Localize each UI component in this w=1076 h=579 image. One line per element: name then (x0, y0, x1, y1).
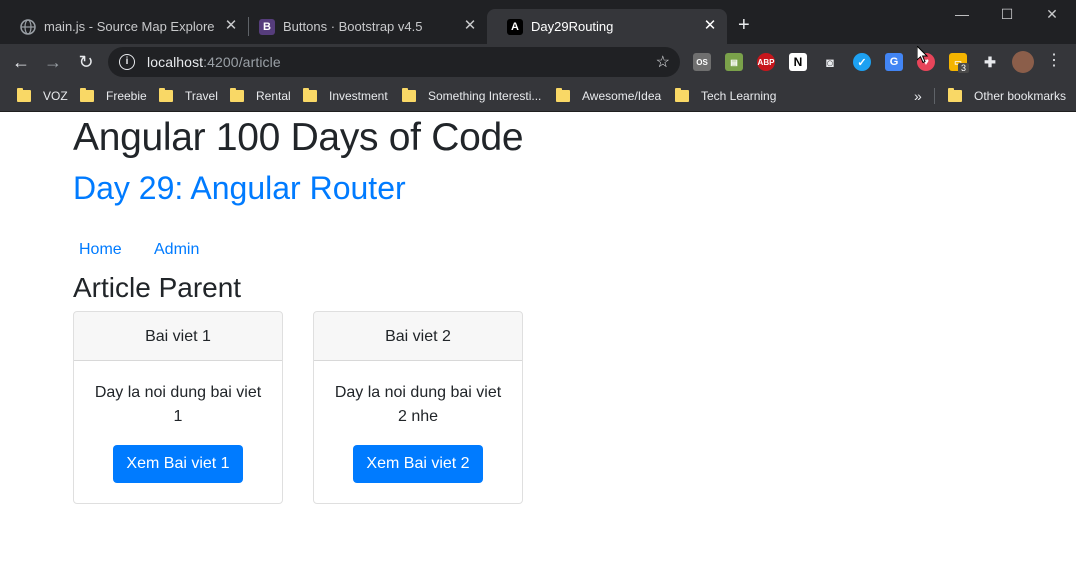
google-translate-icon[interactable]: G (885, 53, 903, 71)
card-header: Bai viet 2 (314, 312, 522, 361)
bookmarks-overflow-icon[interactable]: » (914, 86, 922, 106)
close-window-icon[interactable]: ✕ (1042, 6, 1062, 23)
tab-source-map-explorer[interactable]: main.js - Source Map Explorer ✕ (0, 9, 248, 44)
card-body: Day la noi dung bai viet 2 nhe Xem Bai v… (314, 361, 522, 503)
card-body: Day la noi dung bai viet 1 Xem Bai viet … (74, 361, 282, 503)
minimize-icon[interactable]: — (952, 6, 972, 22)
extensions-puzzle-icon[interactable]: ✚ (981, 53, 999, 71)
folder-icon (230, 88, 244, 102)
tab-bootstrap-buttons[interactable]: B Buttons · Bootstrap v4.5 ✕ (239, 9, 487, 44)
folder-icon (159, 88, 173, 102)
bookmark-folder[interactable]: Awesome/Idea (556, 86, 661, 106)
folder-icon (17, 88, 31, 102)
bookmark-star-icon[interactable]: ☆ (656, 52, 670, 72)
bookmarks-divider (934, 88, 935, 104)
globe-icon (20, 18, 36, 35)
notion-icon[interactable]: N (789, 53, 807, 71)
url-text[interactable]: localhost:4200/article (147, 54, 281, 70)
bookmark-folder[interactable]: Tech Learning (675, 86, 776, 106)
article-card: Bai viet 2 Day la noi dung bai viet 2 nh… (313, 311, 523, 504)
other-bookmarks-folder[interactable]: Other bookmarks (948, 86, 1066, 106)
folder-icon (948, 88, 962, 102)
page-title: Angular 100 Days of Code (73, 116, 524, 159)
extension-check-icon[interactable]: ✓ (853, 53, 871, 71)
card-header: Bai viet 1 (74, 312, 282, 361)
folder-icon (80, 88, 94, 102)
extension-os-icon[interactable]: OS (693, 53, 711, 71)
card-text: Day la noi dung bai viet 1 (94, 384, 262, 425)
tab-title: main.js - Source Map Explorer (44, 19, 214, 34)
bookmarks-bar: VOZ Freebie Travel Rental Investment Som… (0, 80, 1076, 112)
tab-title: Day29Routing (531, 19, 614, 34)
tab-title: Buttons · Bootstrap v4.5 (283, 19, 423, 34)
bookmark-folder[interactable]: Something Interesti... (402, 86, 541, 106)
nav-link-home[interactable]: Home (79, 241, 122, 259)
folder-icon (556, 88, 570, 102)
nav-link-admin[interactable]: Admin (154, 241, 199, 259)
folder-icon (675, 88, 689, 102)
back-icon[interactable]: ← (9, 50, 33, 74)
bookmark-folder[interactable]: Rental (230, 86, 291, 106)
tab-day29routing[interactable]: A Day29Routing ✕ (487, 9, 727, 44)
adblock-plus-icon[interactable]: ABP (757, 53, 775, 71)
browser-toolbar: ← → ↻ i localhost:4200/article ☆ OS ▤ AB… (0, 44, 1076, 80)
mouse-cursor-icon (917, 46, 929, 64)
profile-avatar[interactable] (1012, 51, 1034, 73)
article-card: Bai viet 1 Day la noi dung bai viet 1 Xe… (73, 311, 283, 504)
maximize-icon[interactable]: ☐ (997, 6, 1017, 23)
close-tab-icon[interactable]: ✕ (703, 18, 717, 33)
view-article-1-button[interactable]: Xem Bai viet 1 (113, 445, 243, 483)
close-tab-icon[interactable]: ✕ (224, 18, 238, 33)
browser-tab-strip: main.js - Source Map Explorer ✕ B Button… (0, 0, 1076, 44)
address-bar[interactable]: i localhost:4200/article ☆ (108, 47, 680, 77)
card-text: Day la noi dung bai viet 2 nhe (334, 384, 502, 425)
bookmark-folder[interactable]: Investment (303, 86, 388, 106)
new-tab-icon[interactable]: + (738, 15, 750, 35)
forward-icon[interactable]: → (41, 50, 65, 74)
close-tab-icon[interactable]: ✕ (463, 18, 477, 33)
bootstrap-icon: B (259, 18, 275, 35)
page-subtitle: Day 29: Angular Router (73, 170, 406, 206)
section-title: Article Parent (73, 272, 242, 303)
folder-icon (402, 88, 416, 102)
browser-menu-icon[interactable]: ⋮ (1046, 51, 1062, 71)
page-content: Angular 100 Days of Code Day 29: Angular… (0, 112, 1076, 579)
folder-icon (303, 88, 317, 102)
bookmark-folder[interactable]: Freebie (80, 86, 147, 106)
extension-badge: 3 (958, 63, 970, 73)
reload-icon[interactable]: ↻ (74, 50, 98, 74)
bookmark-folder[interactable]: VOZ (17, 86, 68, 106)
bookmark-folder[interactable]: Travel (159, 86, 218, 106)
extension-image-icon[interactable]: ▤ (725, 53, 743, 71)
angular-icon: A (507, 18, 523, 35)
camera-icon[interactable]: ◙ (821, 53, 839, 71)
view-article-2-button[interactable]: Xem Bai viet 2 (353, 445, 483, 483)
site-info-icon[interactable]: i (119, 54, 135, 70)
